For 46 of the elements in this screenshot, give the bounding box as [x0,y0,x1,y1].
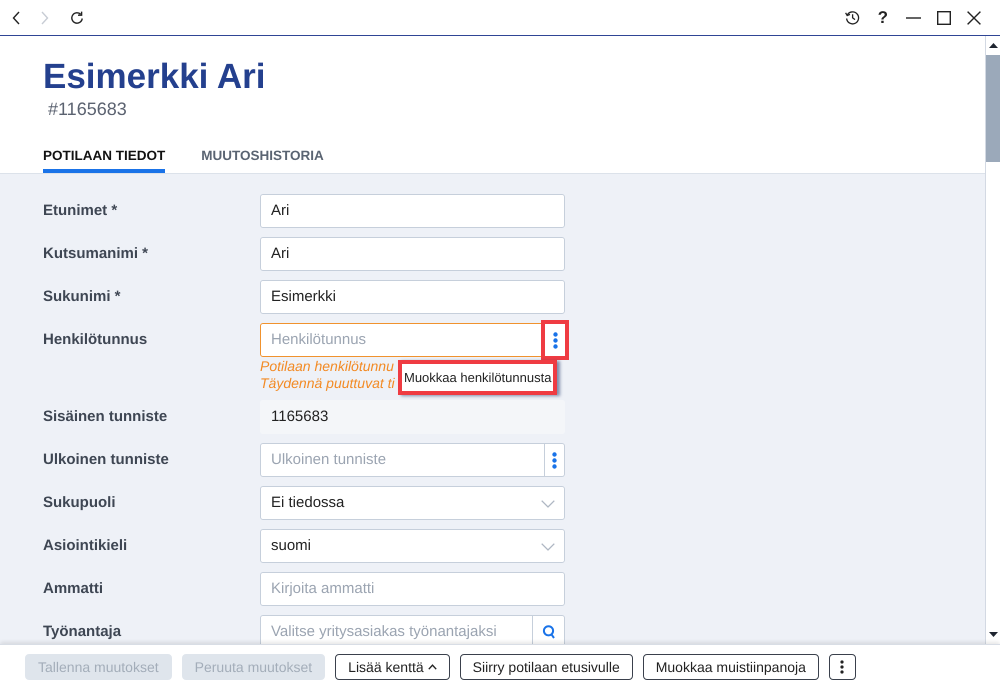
warning-message: Potilaan henkilötunnu [260,358,394,374]
text-field[interactable]: Ari [260,237,565,271]
history-icon[interactable] [844,10,860,25]
field-label: Työnantaja [43,622,122,642]
readonly-field: 1165683 [260,400,565,434]
maximize-icon[interactable] [937,10,951,24]
vertical-dots-icon [552,332,558,348]
chevron-down-icon [541,500,555,508]
search-button[interactable] [533,615,565,644]
back-icon[interactable] [12,10,20,24]
tab[interactable]: MUUTOSHISTORIA [201,146,324,173]
vertical-dots-icon [552,452,557,468]
field-label: Sisäinen tunniste [43,407,168,427]
field-label: Ammatti [43,579,104,599]
more-button[interactable] [828,654,856,680]
vertical-dots-icon [840,660,844,674]
reload-icon[interactable] [70,10,84,24]
field-label: Ulkoinen tunniste [43,450,169,470]
scroll-down-icon[interactable] [988,632,998,637]
chevron-up-icon [428,664,437,670]
scrollbar-thumb[interactable] [986,55,1000,162]
warning-message: Täydennä puuttuvat ti [260,374,395,391]
patient-number: #1165683 [48,98,127,120]
tooltip: Muokkaa henkilötunnusta [398,360,558,395]
text-field[interactable]: Esimerkki [260,280,565,314]
search-icon [542,625,555,639]
select-field[interactable]: Ei tiedossa [260,486,565,520]
action-button[interactable]: Muokkaa muistiinpanoja [642,654,819,680]
text-field[interactable]: Ari [260,194,565,228]
field-label: Asiointikieli [43,536,128,556]
field-label: Henkilötunnus [43,330,148,350]
field-label: Sukupuoli [43,493,116,513]
field-label: Etunimet * [43,201,118,221]
dropdown-button[interactable]: Lisää kenttä [335,654,450,680]
help-button[interactable]: ? [876,8,890,26]
chevron-down-icon [541,543,555,551]
close-icon[interactable] [967,10,981,24]
scroll-up-icon[interactable] [988,43,998,48]
tab[interactable]: POTILAAN TIEDOT [43,146,166,173]
patient-name: Esimerkki Ari [43,56,266,98]
minimize-icon[interactable] [906,16,921,18]
select-field[interactable]: suomi [260,529,565,563]
action-button[interactable]: Siirry potilaan etusivulle [460,654,633,680]
scrollbar[interactable] [985,36,1000,644]
field-label: Kutsumanimi * [43,244,148,264]
field-label: Sukunimi * [43,287,121,307]
